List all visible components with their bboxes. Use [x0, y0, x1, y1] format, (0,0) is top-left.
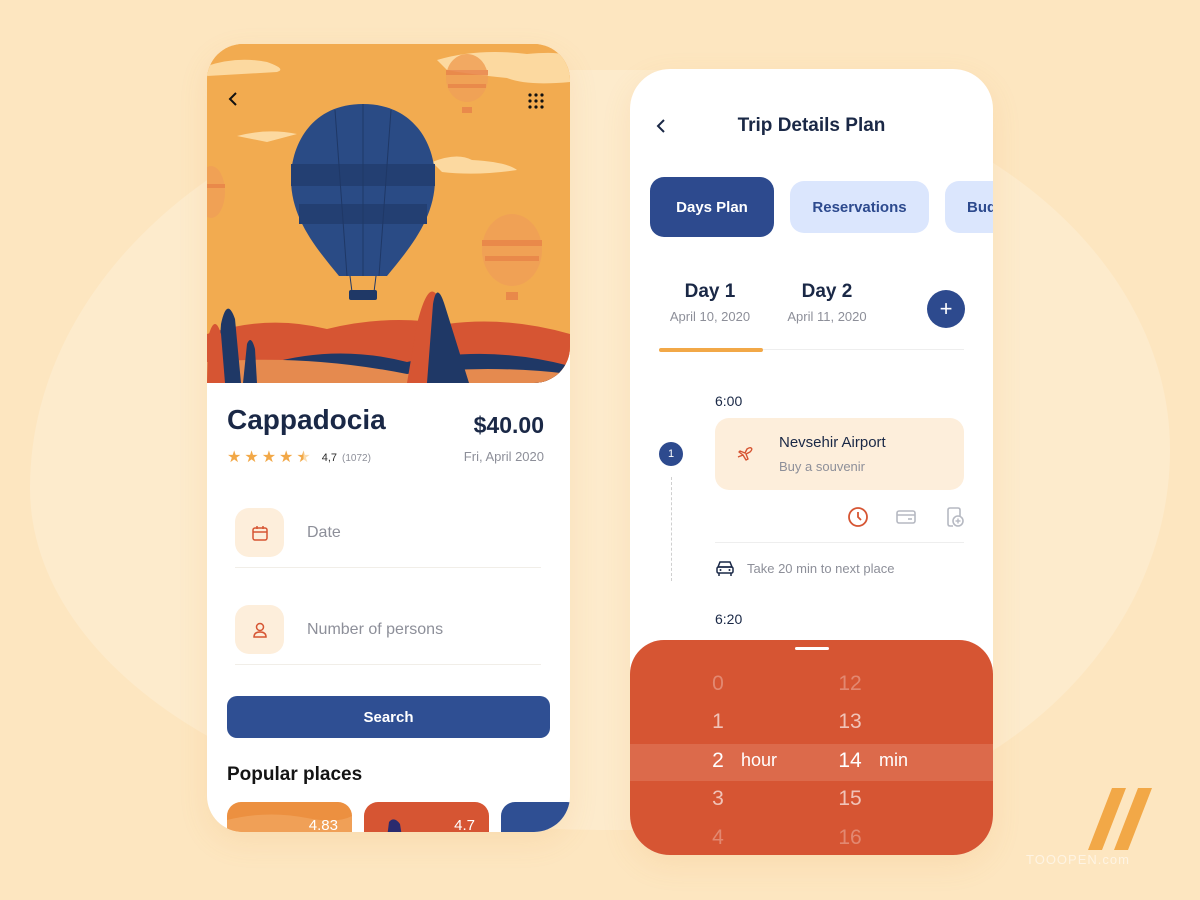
day-tab-2[interactable]: Day 2 April 11, 2020	[784, 281, 870, 324]
car-icon	[716, 561, 734, 576]
grid-dots-icon	[528, 93, 544, 109]
divider	[715, 542, 964, 543]
background-blob	[30, 70, 1170, 830]
step-number-badge: 1	[659, 442, 683, 466]
airplane-icon	[737, 446, 753, 461]
search-button[interactable]: Search	[227, 696, 550, 738]
popular-place-card[interactable]	[501, 802, 570, 832]
time-picker-sheet[interactable]: 0 1 2 3 4 hour 12 13 14 15 16 min	[630, 640, 993, 855]
transit-text: Take 20 min to next place	[747, 560, 895, 576]
add-day-button[interactable]: +	[927, 290, 965, 328]
event-card[interactable]: Nevsehir Airport Buy a souvenir	[715, 418, 964, 490]
hour-option[interactable]: 0	[703, 672, 733, 696]
menu-button[interactable]	[527, 92, 551, 116]
trip-details-screen: Trip Details Plan Days Plan Reservations…	[630, 69, 993, 855]
chevron-left-icon	[228, 92, 237, 106]
star-icon: ★	[279, 449, 294, 466]
star-icon: ★	[261, 449, 277, 466]
popular-place-card[interactable]: 4.7	[364, 802, 489, 832]
day-name: Day 1	[684, 281, 736, 302]
active-day-indicator	[659, 348, 763, 352]
timeline-connector	[671, 477, 672, 581]
minute-option[interactable]: 12	[830, 672, 870, 696]
hour-unit-label: hour	[741, 750, 778, 770]
person-icon	[252, 622, 267, 638]
selection-band	[630, 744, 993, 781]
rating-count: (1072)	[342, 452, 371, 464]
card-rating: 4.83	[308, 817, 338, 832]
hero-illustration	[207, 44, 570, 383]
place-title: Cappadocia	[227, 404, 386, 435]
tab-budget[interactable]: Budget	[945, 181, 993, 233]
minute-option[interactable]: 15	[830, 787, 870, 811]
drag-handle[interactable]	[795, 647, 829, 650]
hour-option-selected[interactable]: 2	[703, 749, 733, 773]
day-name: Day 2	[801, 281, 853, 302]
calendar-icon-box	[235, 508, 284, 557]
card-rating: 4.7	[454, 817, 475, 832]
plus-icon: +	[939, 296, 953, 321]
hour-option[interactable]: 1	[703, 710, 733, 734]
rating-value: 4,7	[321, 452, 338, 464]
minute-unit-label: min	[879, 750, 909, 770]
page-title: Trip Details Plan	[737, 115, 886, 136]
add-document-icon	[947, 507, 964, 527]
destination-screen: Cappadocia $40.00 Fri, April 2020 ★ ★ ★ …	[207, 44, 570, 832]
minute-option-selected[interactable]: 14	[830, 749, 870, 773]
star-icon: ★	[227, 449, 242, 466]
calendar-icon	[251, 525, 268, 541]
person-icon-box	[235, 605, 284, 654]
credit-card-icon	[896, 510, 916, 524]
day-date: April 11, 2020	[787, 309, 867, 324]
day-tab-1[interactable]: Day 1 April 10, 2020	[668, 281, 752, 324]
trip-date: Fri, April 2020	[463, 449, 544, 464]
popular-places-title: Popular places	[227, 764, 363, 785]
add-document-button[interactable]	[941, 504, 967, 530]
hour-option[interactable]: 3	[703, 787, 733, 811]
popular-place-card[interactable]: 4.83	[227, 802, 352, 832]
clock-icon	[848, 507, 868, 527]
tab-days-plan[interactable]: Days Plan	[650, 177, 774, 237]
tab-reservations[interactable]: Reservations	[790, 181, 929, 233]
star-half-icon: ★	[296, 449, 311, 466]
persons-field[interactable]: Number of persons	[235, 595, 541, 665]
day-date: April 10, 2020	[669, 309, 751, 324]
event-title: Nevsehir Airport	[779, 434, 886, 451]
watermark: TOOOPEN.com	[1026, 852, 1130, 867]
minute-option[interactable]: 16	[830, 826, 870, 850]
brand-slashes-mark	[1088, 788, 1152, 850]
date-field[interactable]: Date	[235, 498, 541, 568]
time-button[interactable]	[845, 504, 871, 530]
minute-option[interactable]: 13	[830, 710, 870, 734]
back-button[interactable]	[227, 92, 249, 114]
star-icon: ★	[244, 449, 259, 466]
price: $40.00	[473, 412, 544, 438]
timeline-time: 6:00	[715, 393, 743, 409]
event-actions	[845, 504, 967, 530]
persons-placeholder: Number of persons	[307, 620, 444, 638]
event-subtitle: Buy a souvenir	[779, 459, 865, 474]
timeline-time: 6:20	[715, 611, 743, 627]
payment-button[interactable]	[893, 504, 919, 530]
date-placeholder: Date	[307, 523, 341, 541]
hour-option[interactable]: 4	[703, 826, 733, 850]
transit-info: Take 20 min to next place	[715, 559, 894, 577]
star-rating: ★ ★ ★ ★ ★ 4,7 (1072)	[227, 450, 371, 466]
